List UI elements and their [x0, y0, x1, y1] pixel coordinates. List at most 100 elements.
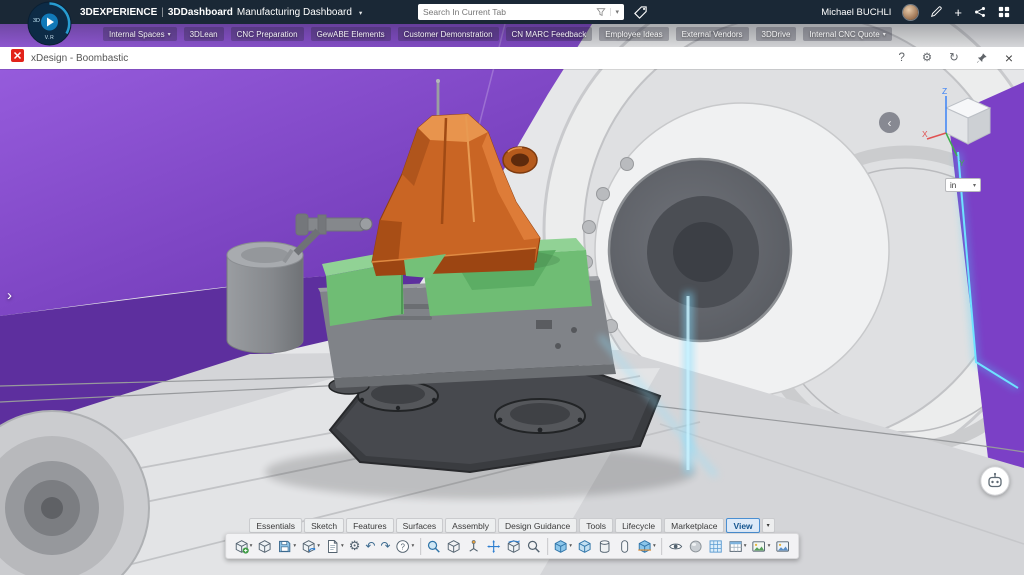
search-3d-button[interactable] [424, 535, 444, 557]
ribbon-tab-sketch[interactable]: Sketch [304, 518, 344, 533]
user-cluster: Michael BUCHLI + [821, 5, 1024, 20]
hide-show-button[interactable] [615, 535, 635, 557]
platform-breadcrumb[interactable]: 3DEXPERIENCE | 3DDashboard Manufacturing… [80, 7, 362, 18]
previous-view-button[interactable]: ‹ [879, 112, 900, 133]
chevron-down-icon: ▾ [317, 543, 320, 549]
dashboard-tab-internal-spaces[interactable]: Internal Spaces▾ [103, 27, 177, 41]
work-on-grid-icon [708, 539, 723, 554]
bounding-box-icon [446, 539, 461, 554]
window-title: xDesign - Boombastic [31, 53, 128, 64]
filter-funnel-icon[interactable] [596, 7, 606, 17]
anchor-button[interactable] [464, 535, 484, 557]
tailstock-cylinder[interactable] [227, 242, 303, 353]
zoom-area-button[interactable] [524, 535, 544, 557]
screen: Internal Spaces▾ 3DLean CNC Preparation Gew… [0, 0, 1024, 575]
ribbon-overflow-button[interactable]: ▾ [762, 518, 775, 533]
spotlight-button[interactable] [665, 535, 685, 557]
undo-button[interactable]: ↶ [363, 535, 378, 557]
dashboard-tab-bar: Internal Spaces▾ 3DLean CNC Preparation Gew… [103, 27, 892, 41]
dashboard-tab-internal-cnc-quote[interactable]: Internal CNC Quote▾ [803, 27, 891, 41]
window-controls: ? ⚙ ↻ × [898, 50, 1013, 66]
ribbon-tab-bar: EssentialsSketchFeaturesSurfacesAssembly… [0, 518, 1024, 533]
material-icon [688, 539, 703, 554]
settings-gear-button[interactable]: ⚙ [922, 52, 932, 64]
units-dropdown[interactable]: in ▾ [945, 178, 981, 192]
svg-text:?: ? [401, 542, 406, 551]
search-scope-chevron-icon[interactable]: ▾ [610, 8, 619, 16]
view-cube[interactable]: Z X Y [922, 86, 1006, 179]
app-window-titlebar: xDesign - Boombastic ? ⚙ ↻ × [0, 47, 1024, 69]
ribbon-tab-lifecycle[interactable]: Lifecycle [615, 518, 662, 533]
user-name[interactable]: Michael BUCHLI [821, 7, 891, 18]
options-button[interactable]: ⚙ [346, 535, 363, 557]
apps-grid-icon[interactable] [998, 6, 1010, 18]
redo-icon: ↷ [380, 540, 390, 552]
close-button[interactable]: × [1005, 50, 1013, 66]
dashboard-tab-gewabe-elements[interactable]: GewABE Elements [311, 27, 391, 41]
dashboard-tab-customer-demonstration[interactable]: Customer Demonstration [398, 27, 499, 41]
save-button[interactable]: ▾ [275, 535, 299, 557]
toolbar-separator [661, 538, 662, 555]
help-button[interactable]: ?▾ [393, 535, 417, 557]
share-icon[interactable] [974, 6, 986, 18]
bom-table-button[interactable]: ▾ [725, 535, 749, 557]
dashboard-tab-3dlean[interactable]: 3DLean [184, 27, 224, 41]
ribbon-tab-marketplace[interactable]: Marketplace [664, 518, 724, 533]
capture-image-button[interactable]: ▾ [749, 535, 773, 557]
pin-button[interactable] [976, 52, 988, 64]
work-on-grid-button[interactable] [705, 535, 725, 557]
dashboard-tab-employee-ideas[interactable]: Employee Ideas [599, 27, 668, 41]
isolate-button[interactable] [595, 535, 615, 557]
add-icon[interactable]: + [954, 6, 962, 19]
assistant-robot-button[interactable] [980, 466, 1010, 501]
help-button[interactable]: ? [898, 52, 904, 64]
3dexperience-compass-logo[interactable]: 3D V.R [27, 1, 72, 46]
toolbar-separator [420, 538, 421, 555]
shaded-view-button[interactable]: ▾ [551, 535, 575, 557]
scene-background-button[interactable] [773, 535, 793, 557]
dashboard-tab-3ddrive[interactable]: 3DDrive [756, 27, 797, 41]
shaded-with-edges-button[interactable] [575, 535, 595, 557]
chevron-down-icon[interactable]: ▾ [359, 9, 362, 17]
left-panel-expander[interactable]: › [7, 287, 12, 304]
refresh-button[interactable]: ↻ [949, 52, 959, 64]
refresh-model-button[interactable]: ▾ [299, 535, 323, 557]
bounding-box-button[interactable] [444, 535, 464, 557]
chevron-down-icon: ▾ [341, 543, 344, 549]
chevron-down-icon: ▾ [768, 543, 771, 549]
material-button[interactable] [685, 535, 705, 557]
search-input[interactable] [423, 7, 592, 17]
tab-label: CN MARC Feedback [512, 30, 587, 39]
isolate-icon [597, 539, 612, 554]
redo-button[interactable]: ↷ [378, 535, 393, 557]
tag-icon[interactable] [633, 5, 648, 20]
section-view-icon [637, 539, 652, 554]
dashboard-tab-cn-marc-feedback[interactable]: CN MARC Feedback [506, 27, 593, 41]
open-component-button[interactable] [255, 535, 275, 557]
chevron-down-icon: ▾ [569, 543, 572, 549]
ribbon-tab-surfaces[interactable]: Surfaces [396, 518, 444, 533]
dashboard-tab-external-vendors[interactable]: External Vendors [676, 27, 749, 41]
dashboard-tab-cnc-preparation[interactable]: CNC Preparation [231, 27, 304, 41]
edit-pen-icon[interactable] [930, 6, 942, 18]
ribbon-tab-tools[interactable]: Tools [579, 518, 613, 533]
chevron-down-icon: ▾ [293, 543, 296, 549]
move-component-button[interactable] [484, 535, 504, 557]
avatar[interactable] [903, 5, 918, 20]
bom-table-icon [728, 539, 743, 554]
ribbon-tab-design-guidance[interactable]: Design Guidance [498, 518, 577, 533]
section-view-button[interactable]: ▾ [635, 535, 659, 557]
new-design-button[interactable]: ▾ [231, 535, 255, 557]
rotate-view-button[interactable] [504, 535, 524, 557]
search-area: ▾ [418, 0, 648, 24]
export-report-button[interactable]: ▾ [322, 535, 346, 557]
ribbon-tab-view[interactable]: View [726, 518, 759, 533]
ribbon-tab-essentials[interactable]: Essentials [249, 518, 302, 533]
viewport-3d-scene[interactable] [0, 24, 1024, 575]
tab-label: Internal CNC Quote [809, 30, 879, 39]
tab-label: 3DDrive [762, 30, 791, 39]
ribbon-tab-features[interactable]: Features [346, 518, 394, 533]
action-toolbar: ▾▾▾▾⚙↶↷?▾▾▾▾▾ [225, 533, 799, 559]
toolbar-separator [547, 538, 548, 555]
ribbon-tab-assembly[interactable]: Assembly [445, 518, 496, 533]
